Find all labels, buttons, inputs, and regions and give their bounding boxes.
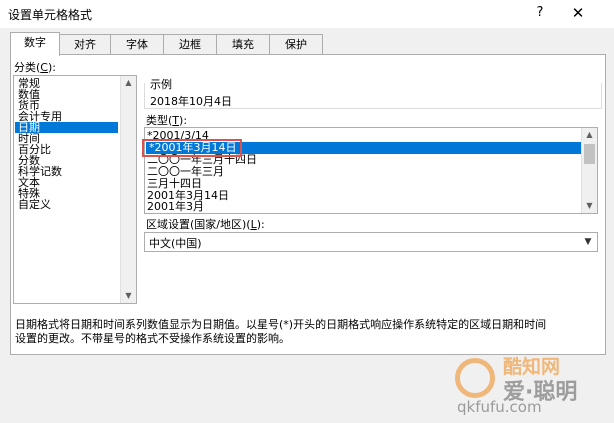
type-item[interactable]: 2001年3月 xyxy=(147,201,204,213)
locale-label: 区域设置(国家/地区)(L): xyxy=(146,216,265,232)
help-button[interactable]: ? xyxy=(528,3,552,23)
type-label-post: ): xyxy=(179,114,188,127)
watermark-url: qkfufu.com xyxy=(457,398,542,416)
watermark-logo-icon xyxy=(455,358,495,398)
scroll-up-icon[interactable]: ▲ xyxy=(121,76,136,90)
category-list[interactable]: 常规 数值 货币 会计专用 日期 时间 百分比 分数 科学记数 文本 特殊 自定… xyxy=(13,75,137,304)
scroll-down-icon[interactable]: ▼ xyxy=(582,199,597,213)
scroll-down-icon[interactable]: ▼ xyxy=(121,289,136,303)
locale-label-pre: 区域设置(国家/地区)( xyxy=(146,218,251,231)
tab-number[interactable]: 数字 xyxy=(10,32,60,56)
category-label-post: ): xyxy=(47,61,56,74)
locale-label-post: ): xyxy=(256,218,265,231)
highlight-box xyxy=(142,139,242,157)
watermark: 酷知网 爱·聪明 qkfufu.com xyxy=(455,352,605,418)
type-label: 类型(T): xyxy=(146,112,187,128)
type-label-pre: 类型( xyxy=(146,114,173,127)
type-scrollbar[interactable]: ▲ ▼ xyxy=(581,128,597,213)
format-description: 日期格式将日期和时间系列数值显示为日期值。以星号(*)开头的日期格式响应操作系统… xyxy=(15,318,595,346)
tab-protection[interactable]: 保护 xyxy=(269,34,323,55)
scroll-up-icon[interactable]: ▲ xyxy=(582,128,597,142)
description-line-2: 设置的更改。不带星号的格式不受操作系统设置的影响。 xyxy=(15,332,290,345)
tab-fill[interactable]: 填充 xyxy=(216,34,270,55)
description-line-1: 日期格式将日期和时间系列数值显示为日期值。以星号(*)开头的日期格式响应操作系统… xyxy=(15,318,547,331)
close-button[interactable]: ✕ xyxy=(566,3,590,23)
category-item[interactable]: 自定义 xyxy=(18,199,51,210)
chevron-down-icon[interactable]: ▼ xyxy=(581,235,595,249)
window-title: 设置单元格格式 xyxy=(8,8,93,22)
locale-select[interactable]: 中文(中国) ▼ xyxy=(144,232,598,252)
sample-value: 2018年10月4日 xyxy=(150,95,232,108)
category-label: 分类(C): xyxy=(14,59,56,75)
type-scroll-thumb[interactable] xyxy=(584,144,595,164)
locale-value: 中文(中国) xyxy=(149,237,202,250)
title-bar: 设置单元格格式 ? ✕ xyxy=(0,0,614,28)
tab-font[interactable]: 字体 xyxy=(110,34,164,55)
category-label-pre: 分类( xyxy=(14,61,41,74)
category-scrollbar[interactable]: ▲ ▼ xyxy=(120,76,136,303)
category-label-key: C xyxy=(40,61,48,74)
tab-border[interactable]: 边框 xyxy=(163,34,217,55)
tab-alignment[interactable]: 对齐 xyxy=(59,34,111,55)
